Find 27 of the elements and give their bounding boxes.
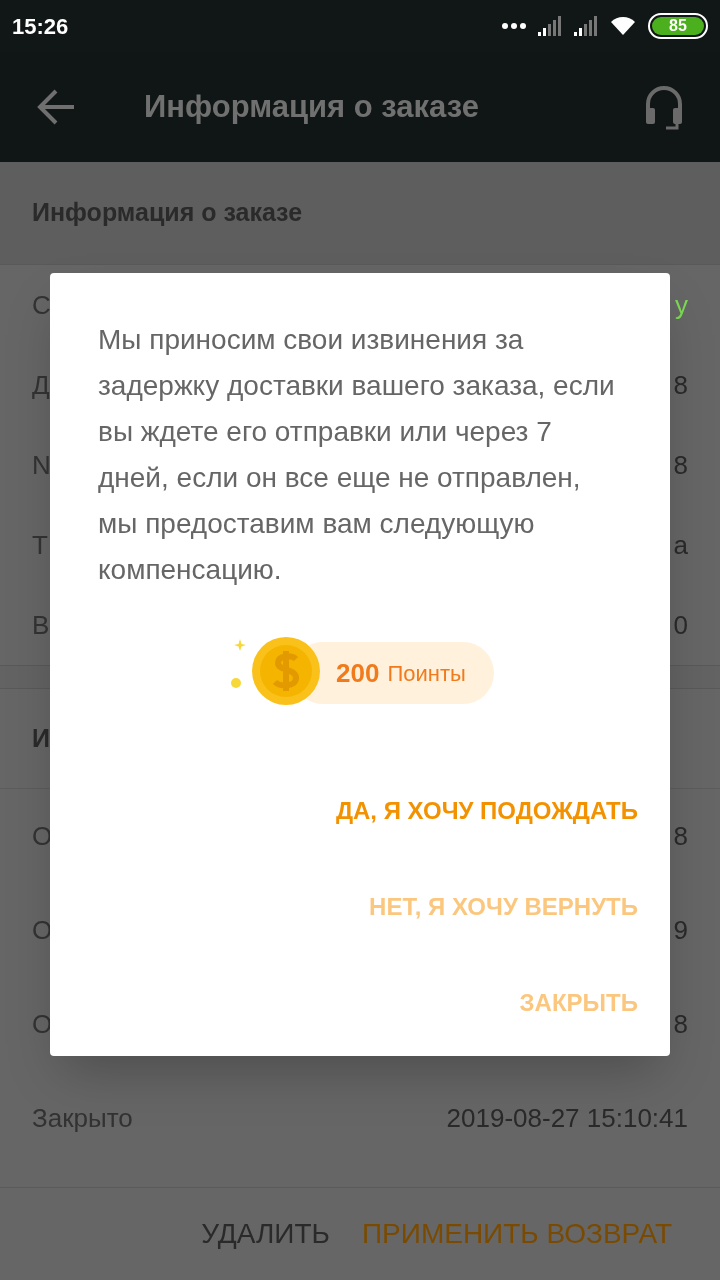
dialog-action-button[interactable]: ЗАКРЫТЬ xyxy=(511,955,646,1051)
back-arrow-icon[interactable] xyxy=(36,89,76,125)
row-value: 8 xyxy=(673,368,688,402)
row-value: 8 xyxy=(673,819,688,853)
row-value: у xyxy=(675,288,688,322)
section-title: И xyxy=(32,722,50,754)
row-value: 9 xyxy=(673,913,688,947)
headset-icon[interactable] xyxy=(644,84,684,130)
dialog-message: Мы приносим свои извинения за задержку доставки вашего заказа, если вы ждете его отправки или через 7 дней, если он все еще не отправлен, мы предоставим вам следующую компенсацию. xyxy=(97,323,616,587)
signal-icon xyxy=(538,16,562,36)
header-title: Информация о заказе xyxy=(144,87,480,126)
row-value: 8 xyxy=(673,1007,688,1041)
dialog-action-button[interactable]: ДА, Я ХОЧУ ПОДОЖДАТЬ xyxy=(327,763,646,859)
points-unit: Поинты xyxy=(387,659,466,688)
dialog-action-button[interactable]: НЕТ, Я ХОЧУ ВЕРНУТЬ xyxy=(361,859,646,955)
more-dots-icon xyxy=(502,23,526,29)
bottom-action-button[interactable]: ПРИМЕНИТЬ ВОЗВРАТ xyxy=(361,1213,672,1255)
status-time: 15:26 xyxy=(12,12,69,41)
row-value: 2019-08-27 15:10:41 xyxy=(446,1101,688,1135)
signal-icon xyxy=(574,16,598,36)
row-value: 8 xyxy=(673,448,688,482)
wifi-icon xyxy=(610,16,636,36)
row-value: 0 xyxy=(673,608,688,642)
bottom-action-button[interactable]: УДАЛИТЬ xyxy=(201,1213,330,1255)
row-value: а xyxy=(673,528,688,562)
battery-level: 85 xyxy=(652,17,704,35)
points-amount: 200 xyxy=(336,656,380,690)
